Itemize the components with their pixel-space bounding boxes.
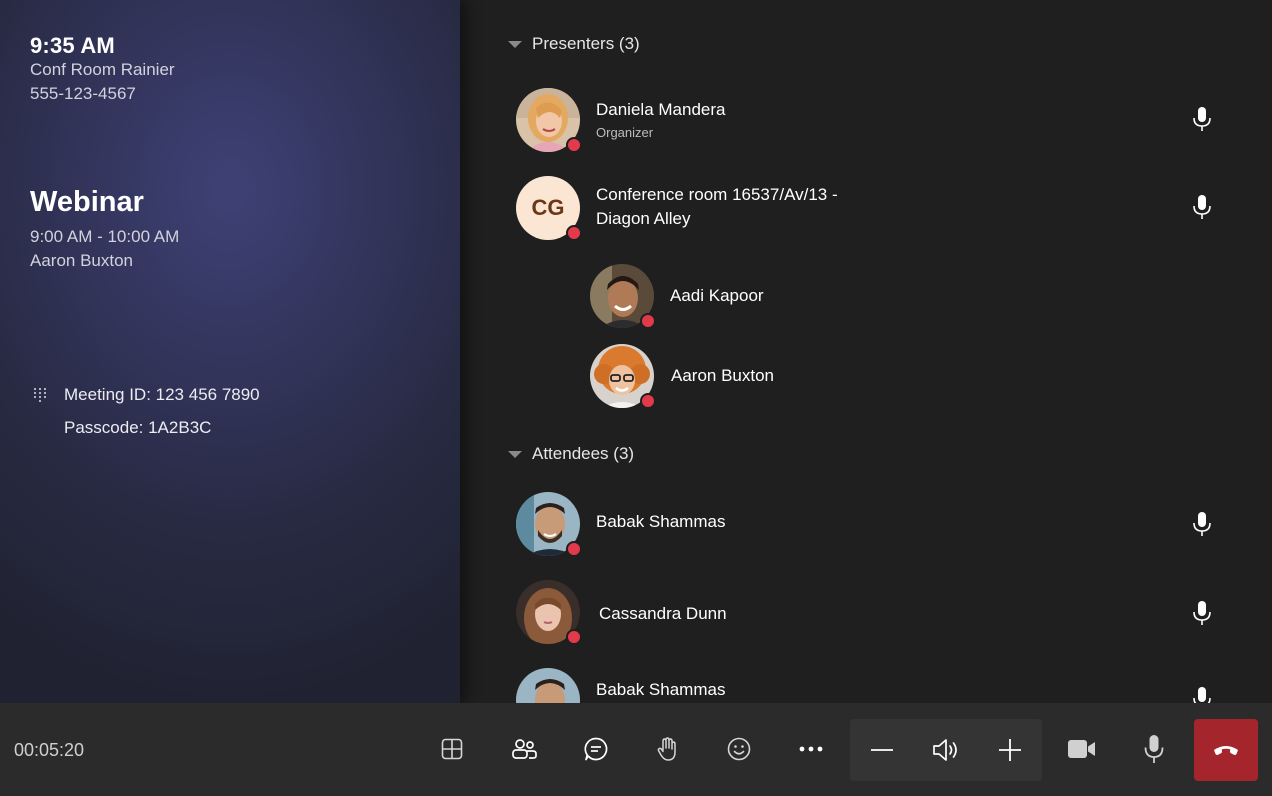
participant-row[interactable]: Babak Shammas (460, 664, 1272, 703)
presence-busy-icon (566, 541, 582, 557)
chat-icon (584, 737, 608, 761)
microphone-icon[interactable] (1190, 106, 1214, 132)
presence-busy-icon (566, 629, 582, 645)
volume-up-icon (999, 739, 1021, 761)
participants-button[interactable] (502, 727, 546, 771)
avatar (590, 264, 656, 329)
participant-roster: Presenters (3) Daniela Mandera Organizer (460, 0, 1272, 703)
attendees-section-toggle[interactable]: Attendees (3) (508, 444, 634, 464)
avatar-photo-icon (516, 668, 580, 703)
room-name: Conf Room Rainier (30, 60, 175, 79)
dialpad-icon (33, 387, 47, 403)
volume-down-icon (871, 749, 893, 751)
raise-hand-icon (657, 737, 676, 761)
volume-up-button[interactable] (988, 728, 1032, 772)
camera-button[interactable] (1060, 727, 1104, 771)
avatar (516, 492, 582, 557)
room-phone: 555-123-4567 (30, 84, 136, 103)
participant-name: Daniela Mandera (596, 100, 726, 119)
raise-hand-button[interactable] (646, 727, 690, 771)
avatar (516, 580, 582, 645)
chevron-down-icon (508, 450, 522, 458)
people-icon (512, 739, 537, 759)
current-time: 9:35 AM (30, 33, 115, 58)
camera-icon (1068, 740, 1095, 758)
avatar (590, 344, 656, 409)
hang-up-icon (1214, 746, 1238, 756)
participant-row[interactable]: Babak Shammas (460, 488, 1272, 560)
more-icon (799, 746, 823, 752)
participant-name: Conference room 16537/Av/13 - (596, 185, 838, 204)
chat-button[interactable] (574, 727, 618, 771)
meeting-info-panel: 9:35 AM Conf Room Rainier 555-123-4567 W… (0, 0, 460, 703)
participant-name: Babak Shammas (596, 512, 726, 531)
presence-busy-icon (566, 137, 582, 153)
presence-busy-icon (640, 393, 656, 409)
speaker-button[interactable] (924, 728, 968, 772)
meeting-control-bar: 00:05:20 (0, 703, 1272, 796)
participant-name-line2: Diagon Alley (596, 209, 691, 228)
layout-icon (441, 738, 463, 760)
meeting-id: Meeting ID: 123 456 7890 (64, 385, 260, 404)
call-duration: 00:05:20 (14, 740, 85, 760)
reactions-icon (727, 737, 751, 761)
presence-busy-icon (566, 225, 582, 241)
meeting-time: 9:00 AM - 10:00 AM (30, 227, 180, 246)
participant-role: Organizer (596, 125, 654, 140)
microphone-button[interactable] (1132, 727, 1176, 771)
participant-name: Aadi Kapoor (670, 286, 764, 305)
participant-row[interactable]: Cassandra Dunn (460, 576, 1272, 648)
presence-busy-icon (640, 313, 656, 329)
speaker-icon (933, 739, 957, 761)
participant-row[interactable]: Aadi Kapoor (460, 260, 1272, 332)
reactions-button[interactable] (717, 727, 761, 771)
participant-row[interactable]: Aaron Buxton (460, 340, 1272, 412)
microphone-icon[interactable] (1190, 686, 1214, 703)
meeting-passcode: Passcode: 1A2B3C (64, 418, 212, 437)
microphone-icon (1144, 735, 1164, 763)
participant-name: Aaron Buxton (671, 366, 775, 385)
volume-down-button[interactable] (860, 728, 904, 772)
participant-row[interactable]: Daniela Mandera Organizer (460, 84, 1272, 156)
attendees-header: Attendees (3) (532, 444, 635, 463)
microphone-icon[interactable] (1190, 600, 1214, 626)
layout-button[interactable] (430, 727, 474, 771)
meeting-host: Aaron Buxton (30, 251, 134, 270)
avatar (516, 668, 580, 703)
meeting-title: Webinar (30, 186, 144, 218)
participant-row[interactable]: CG Conference room 16537/Av/13 - Diagon … (460, 172, 1272, 248)
presenters-header: Presenters (3) (532, 34, 640, 53)
avatar: CG (516, 176, 582, 241)
presenters-section-toggle[interactable]: Presenters (3) (508, 34, 640, 54)
more-options-button[interactable] (789, 727, 833, 771)
participant-name: Babak Shammas (596, 680, 726, 699)
chevron-down-icon (508, 40, 522, 48)
microphone-icon[interactable] (1190, 194, 1214, 220)
microphone-icon[interactable] (1190, 511, 1214, 537)
hang-up-button[interactable] (1194, 719, 1258, 781)
participant-name: Cassandra Dunn (599, 604, 727, 623)
volume-control-group (850, 719, 1042, 781)
avatar (516, 88, 582, 153)
